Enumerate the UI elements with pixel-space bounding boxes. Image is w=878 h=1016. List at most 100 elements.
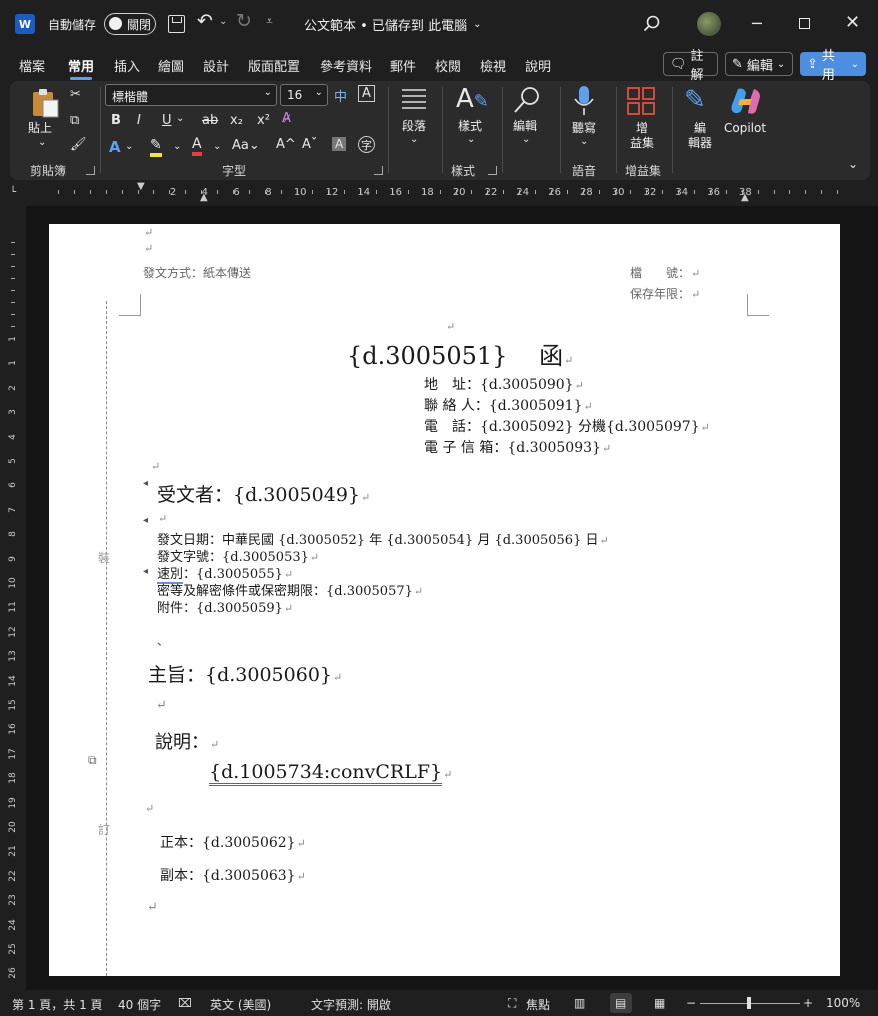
tab-home[interactable]: 常用	[68, 56, 94, 80]
first-line-indent-marker[interactable]: ▼	[137, 181, 145, 192]
address-line[interactable]: 地 址：{d.3005090}↵	[424, 374, 584, 394]
phone-line[interactable]: 電 話：{d.3005092} 分機{d.3005097}↵	[424, 416, 710, 436]
addins-label-2[interactable]: 益集	[630, 136, 654, 151]
email-line[interactable]: 電 子 信 箱：{d.3005093}↵	[424, 437, 611, 457]
zoom-slider-thumb[interactable]	[747, 997, 751, 1009]
document-title[interactable]: 公文範本 • 已儲存到 此電腦 ⌄	[304, 15, 481, 34]
text-prediction-status[interactable]: 文字預測: 開啟	[311, 996, 391, 1013]
addins-label-1[interactable]: 增	[636, 121, 648, 136]
edit-label[interactable]: 編輯	[513, 119, 537, 134]
copy-recipient-line[interactable]: 副本：{d.3005063}↵	[160, 865, 306, 885]
zoom-level[interactable]: 100%	[826, 996, 860, 1010]
tab-file[interactable]: 檔案	[19, 56, 45, 75]
attachment-line[interactable]: 附件：{d.3005059}↵	[157, 597, 293, 616]
collapse-ribbon-icon[interactable]: ⌄	[848, 157, 858, 171]
vertical-ruler[interactable]: 1 1 2 3 4 5 6 7 8 9 10 11 12 13 14 15 16 17 18 19 20 21 22 23 24…	[5, 222, 21, 1004]
tab-draw[interactable]: 繪圖	[158, 56, 184, 75]
language-status[interactable]: 英文 (美國)	[210, 996, 271, 1013]
save-icon[interactable]	[168, 15, 185, 33]
tab-selector-icon[interactable]: └	[10, 187, 16, 198]
paragraph-label[interactable]: 段落	[402, 119, 426, 134]
styles-label[interactable]: 樣式	[458, 119, 482, 134]
chevron-down-icon[interactable]: ⌄	[213, 141, 221, 152]
superscript-icon[interactable]: x²	[257, 113, 270, 128]
recipient-line[interactable]: 受文者：{d.3005049}↵	[157, 480, 370, 507]
chevron-down-icon[interactable]: ⌄	[467, 134, 475, 145]
chevron-down-icon[interactable]: ⌄	[410, 134, 418, 145]
styles-launcher-icon[interactable]	[488, 166, 497, 175]
send-method[interactable]: 發文方式：紙本傳送	[143, 264, 251, 281]
subject-line[interactable]: 主旨：{d.3005060}↵	[148, 660, 342, 687]
copilot-label[interactable]: Copilot	[724, 121, 766, 136]
find-icon[interactable]	[512, 85, 542, 119]
chevron-down-icon[interactable]: ⌄	[176, 113, 184, 124]
text-effects-icon[interactable]: A	[109, 138, 121, 156]
search-icon[interactable]	[642, 14, 662, 34]
autosave-toggle[interactable]: 關閉	[104, 13, 156, 35]
chevron-down-icon[interactable]: ⌄	[173, 141, 181, 152]
tab-mailings[interactable]: 郵件	[390, 56, 416, 75]
web-layout-icon[interactable]: ▦	[654, 996, 665, 1010]
bold-icon[interactable]: B	[111, 113, 121, 128]
tab-references[interactable]: 參考資料	[320, 56, 372, 75]
strikethrough-icon[interactable]: ab	[202, 113, 218, 128]
customize-quick-access-icon[interactable]: ⩡	[266, 14, 273, 29]
shrink-font-icon[interactable]: Aˇ	[302, 137, 317, 152]
maximize-icon[interactable]	[799, 18, 810, 29]
paragraph-icon[interactable]	[400, 87, 428, 117]
dictate-label[interactable]: 聽寫	[572, 121, 596, 136]
font-color-icon[interactable]: A	[192, 136, 202, 156]
cut-icon[interactable]: ✂	[70, 87, 81, 102]
zoom-out-icon[interactable]: −	[686, 996, 696, 1010]
tab-layout[interactable]: 版面配置	[248, 56, 300, 75]
print-layout-icon[interactable]: ▤	[615, 996, 626, 1010]
font-name-select[interactable]: 標楷體 ⌄	[105, 84, 277, 106]
editor-icon[interactable]: ✎	[684, 85, 706, 115]
minimize-icon[interactable]: ─	[752, 14, 762, 33]
copilot-icon[interactable]	[730, 87, 762, 119]
tab-view[interactable]: 檢視	[480, 56, 506, 75]
chevron-down-icon[interactable]: ⌄	[580, 136, 588, 147]
undo-icon[interactable]: ↶	[197, 10, 213, 32]
chevron-down-icon[interactable]: ⌄	[125, 141, 133, 152]
enclose-characters-icon[interactable]: 字	[358, 136, 375, 153]
focus-label[interactable]: 焦點	[526, 996, 550, 1013]
document-title[interactable]: {d.3005051} 函↵	[347, 336, 573, 371]
paste-icon[interactable]	[30, 87, 60, 123]
proofing-icon[interactable]: ⌧	[178, 996, 192, 1010]
italic-icon[interactable]: I	[137, 113, 141, 128]
font-launcher-icon[interactable]	[374, 166, 383, 175]
character-shading-icon[interactable]: A	[332, 137, 347, 151]
read-mode-icon[interactable]: ▥	[574, 996, 585, 1010]
explain-field-line[interactable]: {d.1005734:convCRLF}↵	[209, 761, 452, 786]
explain-line[interactable]: 說明：↵	[155, 728, 219, 754]
undo-dropdown-icon[interactable]: ⌄	[219, 16, 227, 27]
editor-label-1[interactable]: 編	[694, 121, 706, 136]
comments-button[interactable]: 🗨 註解	[663, 49, 718, 83]
addins-icon[interactable]	[627, 87, 655, 119]
document-page[interactable]: ↵ ↵ 發文方式：紙本傳送 檔 號：↵ 保存年限：↵ 裝 訂 ⧉ ↵ {d.30…	[49, 224, 840, 976]
clear-formatting-icon[interactable]: A̷	[282, 111, 291, 126]
left-indent-marker[interactable]: ▲	[200, 192, 208, 203]
tab-help[interactable]: 說明	[525, 56, 551, 75]
chevron-down-icon[interactable]: ⌄	[38, 137, 46, 148]
grow-font-icon[interactable]: A^	[276, 137, 296, 152]
original-recipient-line[interactable]: 正本：{d.3005062}↵	[160, 832, 306, 852]
chevron-down-icon[interactable]: ⌄	[522, 134, 530, 145]
styles-icon[interactable]: A✎	[456, 84, 489, 114]
zoom-in-icon[interactable]: +	[803, 996, 813, 1010]
horizontal-ruler[interactable]: └ 2 4 6 8 10 12 14 16 18 20 22 24 26 28 30 32 34 36 38 ▼ ▲…	[0, 181, 878, 205]
page-count[interactable]: 第 1 頁，共 1 頁	[12, 996, 103, 1013]
link-icon[interactable]: ⧉	[88, 753, 97, 768]
paste-label[interactable]: 貼上	[28, 121, 52, 136]
clipboard-launcher-icon[interactable]	[86, 166, 95, 175]
editing-mode-button[interactable]: ✎ 編輯 ⌄	[725, 52, 793, 76]
close-icon[interactable]: ✕	[845, 12, 860, 33]
user-avatar[interactable]	[697, 12, 721, 36]
tab-insert[interactable]: 插入	[114, 56, 140, 75]
tab-review[interactable]: 校閱	[435, 56, 461, 75]
subscript-icon[interactable]: x₂	[230, 113, 243, 128]
redo-icon[interactable]: ↻	[236, 10, 252, 32]
character-border-icon[interactable]: A	[358, 85, 375, 102]
share-button[interactable]: ⇪ 共用 ⌄	[800, 49, 866, 83]
